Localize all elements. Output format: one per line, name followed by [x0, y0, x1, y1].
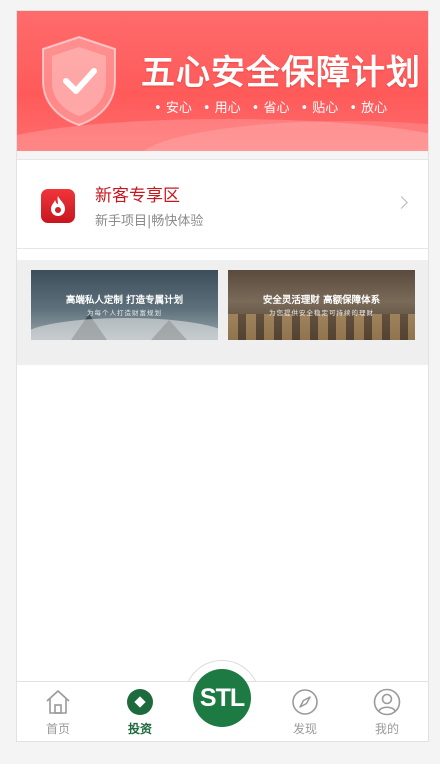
- shield-check-icon: [42, 35, 116, 127]
- page-background: [0, 742, 440, 764]
- banner-tag: 省心: [252, 97, 289, 116]
- tab-label: 首页: [45, 722, 70, 736]
- invest-icon: [127, 689, 153, 715]
- tab-home[interactable]: 首页: [28, 682, 88, 741]
- app-screen: 五心安全保障计划 安心 用心 省心 贴心 放心 新客专享区 新手项目|畅快体验 …: [16, 10, 429, 742]
- tab-label: 投资: [127, 722, 152, 736]
- home-icon: [46, 690, 70, 714]
- tab-label: 发现: [292, 722, 317, 736]
- fog-shape: [31, 318, 218, 340]
- tab-mine[interactable]: 我的: [357, 682, 417, 741]
- new-customer-zone[interactable]: 新客专享区 新手项目|畅快体验: [17, 161, 428, 249]
- user-icon: [373, 688, 401, 716]
- new-customer-title: 新客专享区: [95, 186, 180, 206]
- banner-tag: 用心: [203, 97, 241, 116]
- coins-shape: [228, 314, 415, 340]
- promo-card-private[interactable]: 高端私人定制 打造专属计划 为每个人打造财富规划: [31, 270, 218, 340]
- tab-invest[interactable]: 投资: [110, 682, 170, 741]
- banner-tags: 安心 用心 省心 贴心 放心: [154, 97, 387, 116]
- center-logo-button[interactable]: STL: [193, 669, 251, 727]
- flame-logo-icon: [41, 189, 75, 223]
- promo-card-subtitle: 为您提供安全稳定可持续的理财: [269, 309, 374, 317]
- promo-card-subtitle: 为每个人打造财富规划: [87, 309, 162, 317]
- promo-card-title: 安全灵活理财 高额保障体系: [262, 295, 381, 306]
- promo-banner[interactable]: 五心安全保障计划 安心 用心 省心 贴心 放心: [17, 11, 428, 151]
- promo-card-flexible[interactable]: 安全灵活理财 高额保障体系 为您提供安全稳定可持续的理财: [228, 270, 415, 340]
- compass-icon: [292, 689, 318, 715]
- banner-tag: 贴心: [300, 97, 338, 116]
- new-customer-subtitle: 新手项目|畅快体验: [95, 214, 204, 229]
- chevron-right-icon: [395, 196, 408, 209]
- banner-tag: 安心: [154, 97, 192, 116]
- banner-title: 五心安全保障计划: [141, 53, 421, 93]
- tab-discover[interactable]: 发现: [275, 682, 335, 741]
- section-divider: [17, 151, 428, 160]
- promo-cards: 高端私人定制 打造专属计划 为每个人打造财富规划 安全灵活理财 高额保障体系 为…: [17, 260, 428, 365]
- banner-tag: 放心: [349, 97, 387, 116]
- tab-label: 我的: [374, 722, 399, 736]
- promo-card-title: 高端私人定制 打造专属计划: [65, 295, 184, 306]
